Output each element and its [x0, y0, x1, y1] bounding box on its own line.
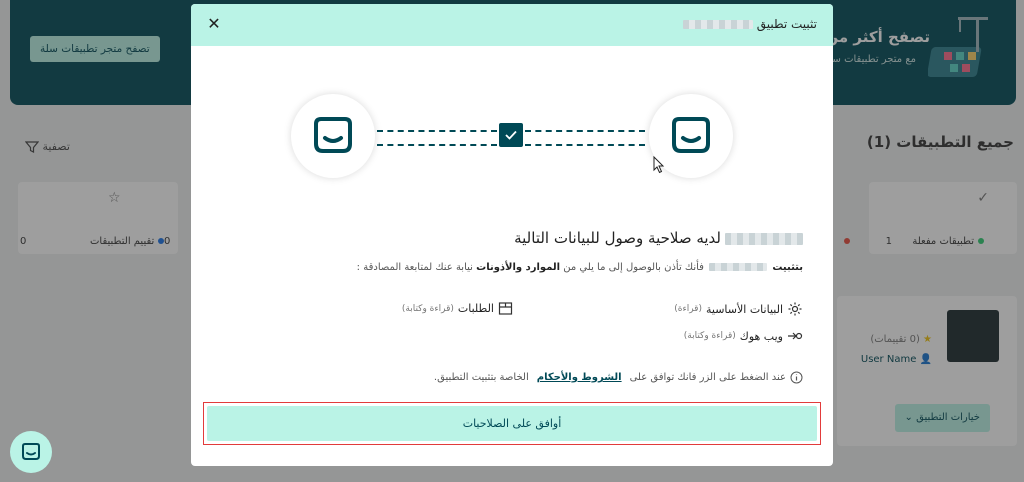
dashed-line: [525, 144, 645, 146]
salla-chat-icon: [22, 443, 40, 460]
agree-button-highlight: أوافق على الصلاحيات: [203, 402, 821, 445]
redacted-app-name: [682, 20, 753, 29]
close-icon[interactable]: ✕: [205, 14, 223, 33]
modal-title: تثبيت تطبيق: [682, 17, 817, 31]
modal-header: تثبيت تطبيق ✕: [191, 4, 833, 46]
permissions-heading: لديه صلاحية وصول للبيانات التالية: [514, 229, 803, 247]
install-app-modal: تثبيت تطبيق ✕ لديه صلاحية وصول للبيانات …: [191, 4, 833, 466]
salla-logo-icon: [314, 117, 352, 153]
redacted-app-name: [709, 263, 768, 271]
check-icon: [499, 123, 523, 147]
terms-notice: عند الضغط على الزر فانك توافق على الشروط…: [434, 371, 803, 384]
dashed-line: [377, 144, 497, 146]
box-icon: [498, 302, 513, 315]
agree-permissions-button[interactable]: أوافق على الصلاحيات: [207, 406, 817, 441]
dashed-line: [377, 130, 497, 132]
permission-webhook: ويب هوك (قراءة وكتابة): [684, 329, 803, 343]
permissions-description: بتثبيت فأنك تأذن بالوصول إلى ما يلي من ا…: [356, 262, 803, 273]
permission-basic-data: البيانات الأساسية (قراءة): [674, 301, 803, 317]
salla-logo-left: [291, 94, 375, 178]
info-icon: [790, 371, 803, 384]
mouse-cursor-icon: [653, 156, 665, 174]
salla-logo-icon: [672, 117, 710, 153]
chat-support-button[interactable]: [10, 431, 52, 473]
connection-graphic: [191, 94, 833, 184]
webhook-icon: [788, 332, 803, 340]
gear-icon: [788, 302, 802, 316]
redacted-app-name: [725, 232, 803, 245]
permission-orders: الطلبات (قراءة وكتابة): [402, 301, 513, 316]
dashed-line: [525, 130, 645, 132]
terms-link[interactable]: الشروط والأحكام: [537, 372, 622, 383]
